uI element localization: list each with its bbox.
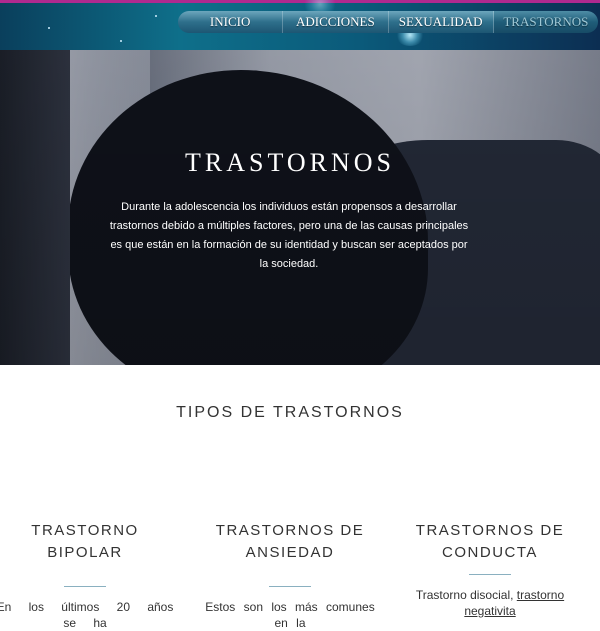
nav-item-inicio[interactable]: INICIO: [178, 11, 284, 33]
section-title: TIPOS DE TRASTORNOS: [176, 404, 404, 421]
card-text: Estos son los más comunes en la: [205, 600, 375, 630]
hero-banner: TRASTORNOS Durante la adolescencia los i…: [0, 50, 600, 365]
card-bipolar: TRASTORNO BIPOLAR En los últimos 20 años…: [0, 520, 175, 631]
card-title-line1: TRASTORNOS DE: [415, 522, 565, 539]
decorative-spark: [155, 15, 157, 17]
card-conducta: TRASTORNOS DE CONDUCTA Trastorno disocia…: [400, 520, 580, 619]
card-title: TRASTORNOS DE ANSIEDAD: [215, 522, 365, 561]
main-nav: INICIO ADICCIONES SEXUALIDAD TRASTORNOS: [178, 11, 598, 33]
hero-description: Durante la adolescencia los individuos e…: [109, 201, 469, 270]
card-text: Trastorno disocial, trastorno negativita: [400, 587, 580, 619]
nav-item-sexualidad[interactable]: SEXUALIDAD: [388, 11, 494, 33]
card-title: TRASTORNO BIPOLAR: [31, 522, 139, 561]
nav-item-adicciones[interactable]: ADICCIONES: [283, 11, 389, 33]
decorative-spark: [120, 40, 122, 42]
header-band: INICIO ADICCIONES SEXUALIDAD TRASTORNOS: [0, 0, 600, 50]
card-divider: [269, 586, 311, 587]
card-divider: [64, 586, 106, 587]
card-title-line2: CONDUCTA: [442, 544, 538, 561]
card-divider: [469, 574, 511, 575]
hero-title: TRASTORNOS: [184, 148, 395, 177]
card-ansiedad: TRASTORNOS DE ANSIEDAD Estos son los más…: [200, 520, 380, 631]
card-text: En los últimos 20 años se ha: [0, 600, 174, 630]
decorative-spark: [48, 27, 50, 29]
nav-item-trastornos[interactable]: TRASTORNOS: [493, 11, 598, 33]
